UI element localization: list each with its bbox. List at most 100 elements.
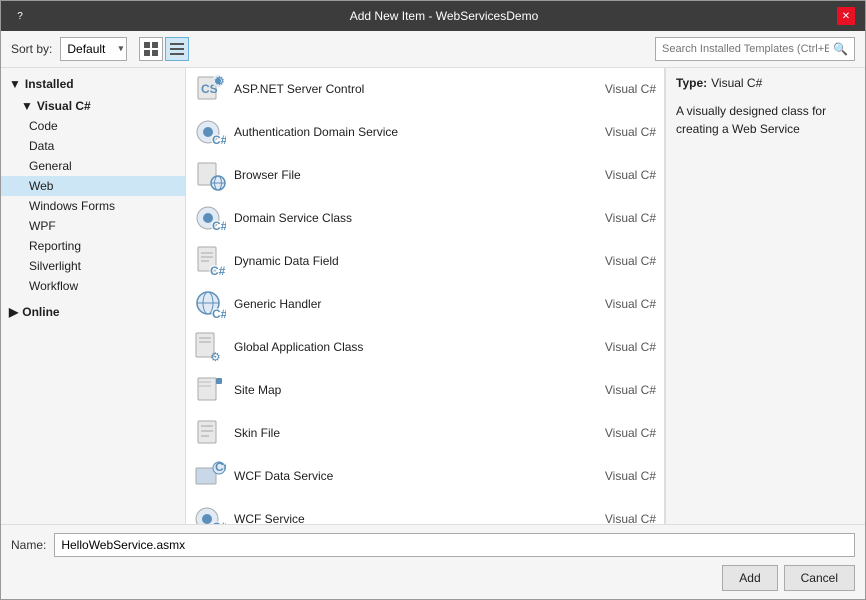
list-item[interactable]: C# Generic Handler Visual C# — [186, 283, 664, 326]
top-bar: Sort by: Default — [1, 31, 865, 68]
item-name: Authentication Domain Service — [234, 125, 578, 139]
installed-section: ▼ Installed ▼ Visual C# CodeDataGeneralW… — [1, 72, 185, 300]
svg-text:C#: C# — [212, 520, 226, 524]
type-value: Visual C# — [711, 76, 762, 90]
svg-text:C#: C# — [210, 264, 226, 277]
grid-view-button[interactable] — [139, 37, 163, 61]
installed-label: Installed — [25, 77, 74, 91]
svg-text:⚙: ⚙ — [210, 350, 221, 363]
sidebar-item-general[interactable]: General — [1, 156, 185, 176]
online-arrow: ▶ — [9, 305, 18, 319]
visual-cs-arrow: ▼ — [21, 99, 33, 113]
close-button[interactable]: ✕ — [837, 7, 855, 25]
visual-cs-section: ▼ Visual C# CodeDataGeneralWebWindows Fo… — [1, 94, 185, 298]
list-item[interactable]: C# Domain Service Class Visual C# — [186, 197, 664, 240]
list-item[interactable]: Browser File Visual C# — [186, 154, 664, 197]
dialog-title: Add New Item - WebServicesDemo — [51, 9, 837, 23]
sidebar-item-silverlight[interactable]: Silverlight — [1, 256, 185, 276]
svg-text:⚙: ⚙ — [214, 74, 225, 88]
sidebar-item-windows-forms[interactable]: Windows Forms — [1, 196, 185, 216]
visual-cs-header[interactable]: ▼ Visual C# — [1, 96, 185, 116]
item-name: Generic Handler — [234, 297, 578, 311]
type-label: Type: — [676, 76, 707, 90]
item-type: Visual C# — [586, 426, 656, 440]
sort-wrapper: Default — [60, 37, 127, 61]
name-row: Name: — [11, 533, 855, 557]
view-icons — [139, 37, 189, 61]
item-name: Site Map — [234, 383, 578, 397]
item-name: Domain Service Class — [234, 211, 578, 225]
sidebar-item-web[interactable]: Web — [1, 176, 185, 196]
item-icon-aspnet-gear: CS ⚙ — [194, 73, 226, 105]
installed-arrow: ▼ — [9, 77, 21, 91]
svg-text:C#: C# — [212, 219, 226, 233]
type-panel: Type: Visual C# A visually designed clas… — [665, 68, 865, 524]
type-description: A visually designed class for creating a… — [676, 102, 855, 138]
search-icon[interactable]: 🔍 — [833, 42, 848, 56]
sidebar-item-data[interactable]: Data — [1, 136, 185, 156]
cancel-button[interactable]: Cancel — [784, 565, 855, 591]
item-type: Visual C# — [586, 297, 656, 311]
item-type: Visual C# — [586, 340, 656, 354]
help-button[interactable]: ? — [11, 7, 29, 25]
item-type: Visual C# — [586, 211, 656, 225]
item-name: Dynamic Data Field — [234, 254, 578, 268]
visual-cs-label: Visual C# — [37, 99, 91, 113]
item-icon-gear-cs: C# — [194, 116, 226, 148]
sidebar-item-workflow[interactable]: Workflow — [1, 276, 185, 296]
item-icon-wcf-data: C# — [194, 460, 226, 492]
sidebar: ▼ Installed ▼ Visual C# CodeDataGeneralW… — [1, 68, 186, 524]
grid-icon — [144, 42, 158, 56]
item-icon-page-gear: ⚙ — [194, 331, 226, 363]
window-controls: ✕ — [837, 7, 855, 25]
svg-text:C#: C# — [212, 307, 226, 320]
item-type: Visual C# — [586, 512, 656, 524]
item-name: ASP.NET Server Control — [234, 82, 578, 96]
item-type: Visual C# — [586, 168, 656, 182]
content-area: CS ⚙ ASP.NET Server Control Visual C# C# … — [186, 68, 865, 524]
item-icon-page-cs: C# — [194, 245, 226, 277]
item-type: Visual C# — [586, 469, 656, 483]
item-name: Skin File — [234, 426, 578, 440]
search-box: 🔍 — [655, 37, 855, 61]
name-input[interactable] — [54, 533, 855, 557]
sidebar-item-code[interactable]: Code — [1, 116, 185, 136]
sidebar-item-wpf[interactable]: WPF — [1, 216, 185, 236]
list-item[interactable]: ⚙ Global Application Class Visual C# — [186, 326, 664, 369]
list-item[interactable]: C# WCF Data ServiceVisual C# — [186, 455, 664, 498]
online-label: Online — [22, 305, 59, 319]
add-button[interactable]: Add — [722, 565, 777, 591]
item-name: Browser File — [234, 168, 578, 182]
item-icon-globe — [194, 159, 226, 191]
list-item[interactable]: C# Dynamic Data Field Visual C# — [186, 240, 664, 283]
items-list: CS ⚙ ASP.NET Server Control Visual C# C# … — [186, 68, 665, 524]
online-section: ▶ Online — [1, 300, 185, 324]
dialog-body: Sort by: Default — [1, 31, 865, 599]
item-type: Visual C# — [586, 254, 656, 268]
list-item[interactable]: C# Authentication Domain Service Visual C… — [186, 111, 664, 154]
installed-header[interactable]: ▼ Installed — [1, 74, 185, 94]
button-row: Add Cancel — [11, 565, 855, 591]
bottom-bar: Name: Add Cancel — [1, 524, 865, 599]
sidebar-subitems: CodeDataGeneralWebWindows FormsWPFReport… — [1, 116, 185, 296]
item-type: Visual C# — [586, 82, 656, 96]
svg-text:C#: C# — [212, 133, 226, 147]
add-new-item-dialog: ? Add New Item - WebServicesDemo ✕ Sort … — [0, 0, 866, 600]
item-name: Global Application Class — [234, 340, 578, 354]
list-item[interactable]: Site MapVisual C# — [186, 369, 664, 412]
list-view-button[interactable] — [165, 37, 189, 61]
list-item[interactable]: Skin File Visual C# — [186, 412, 664, 455]
list-item[interactable]: C# WCF Service Visual C# — [186, 498, 664, 524]
list-item[interactable]: CS ⚙ ASP.NET Server Control Visual C# — [186, 68, 664, 111]
search-input[interactable] — [662, 43, 829, 55]
item-icon-sitemap — [194, 374, 226, 406]
online-header[interactable]: ▶ Online — [1, 302, 185, 322]
list-icon — [170, 42, 184, 56]
item-icon-globe-cs: C# — [194, 288, 226, 320]
sort-select[interactable]: Default — [60, 37, 127, 61]
sidebar-item-reporting[interactable]: Reporting — [1, 236, 185, 256]
item-type: Visual C# — [586, 125, 656, 139]
sort-label: Sort by: — [11, 42, 52, 56]
item-icon-wcf-service: C# — [194, 503, 226, 524]
item-name: WCF Service — [234, 512, 578, 524]
